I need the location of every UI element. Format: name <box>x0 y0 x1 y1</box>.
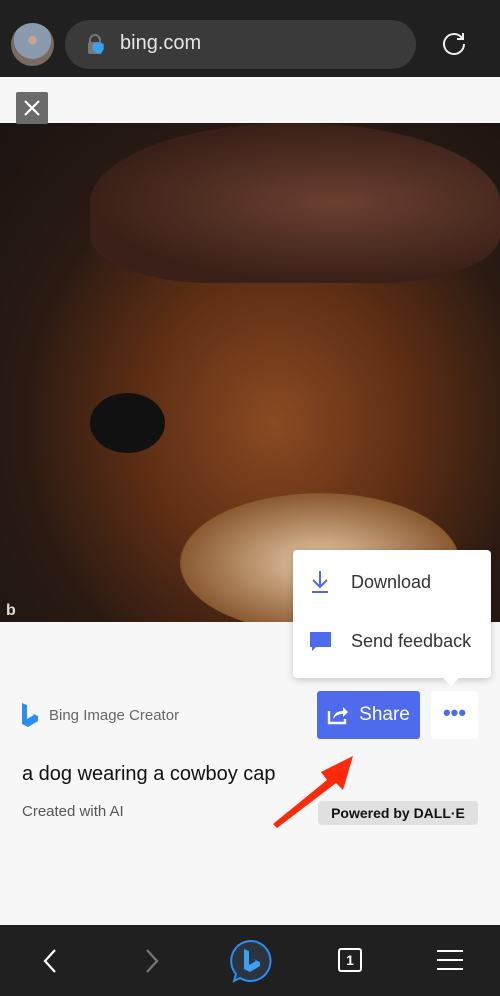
share-label: Share <box>359 704 410 725</box>
forward-icon[interactable] <box>142 947 162 975</box>
menu-item-label: Send feedback <box>351 630 472 651</box>
menu-item-download[interactable]: Download <box>293 554 491 610</box>
bing-logo-icon <box>22 703 38 727</box>
browser-bottom-bar: 1 <box>0 925 500 996</box>
profile-avatar[interactable] <box>11 23 54 66</box>
brand-label: Bing Image Creator <box>49 706 180 724</box>
image-nose <box>90 393 165 453</box>
address-bar[interactable]: bing.com <box>65 20 416 69</box>
hamburger-menu-icon[interactable] <box>436 947 464 973</box>
browser-top-bar: bing.com <box>0 0 500 77</box>
share-icon <box>327 707 349 725</box>
close-icon <box>24 100 40 116</box>
more-options-menu: Download Send feedback <box>293 550 491 686</box>
lock-shield-icon <box>88 34 104 54</box>
url-text: bing.com <box>120 32 202 54</box>
download-icon <box>312 571 328 593</box>
bing-chat-icon[interactable] <box>227 938 273 984</box>
image-prompt: a dog wearing a cowboy cap <box>22 763 276 785</box>
back-icon[interactable] <box>40 947 60 975</box>
close-button[interactable] <box>16 92 48 124</box>
share-button[interactable]: Share <box>317 691 420 739</box>
image-hat <box>90 123 500 283</box>
menu-item-label: Download <box>351 571 432 592</box>
reload-icon[interactable] <box>440 30 468 58</box>
bing-watermark: b <box>6 602 16 619</box>
feedback-icon <box>310 632 331 651</box>
annotation-arrow-icon <box>273 756 353 828</box>
bing-image-creator-brand[interactable]: Bing Image Creator <box>21 702 179 728</box>
generated-image[interactable] <box>0 123 500 622</box>
created-with-ai-label: Created with AI <box>22 803 124 820</box>
menu-item-send-feedback[interactable]: Send feedback <box>293 613 491 669</box>
more-options-button[interactable]: ••• <box>431 691 478 739</box>
tabs-button[interactable]: 1 <box>338 948 362 972</box>
